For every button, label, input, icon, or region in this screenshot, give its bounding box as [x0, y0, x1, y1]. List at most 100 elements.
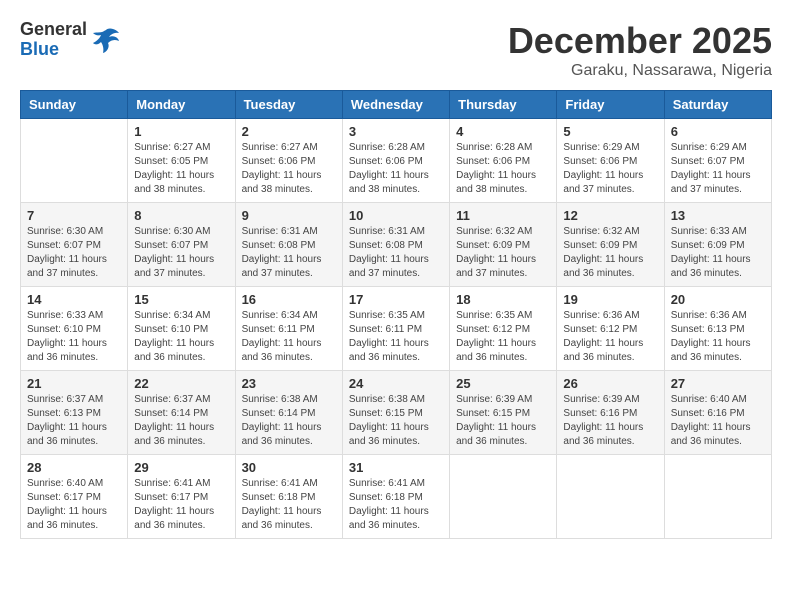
- day-number: 31: [349, 460, 443, 475]
- calendar-cell: 4 Sunrise: 6:28 AM Sunset: 6:06 PM Dayli…: [450, 119, 557, 203]
- calendar-cell: 1 Sunrise: 6:27 AM Sunset: 6:05 PM Dayli…: [128, 119, 235, 203]
- calendar-cell: 18 Sunrise: 6:35 AM Sunset: 6:12 PM Dayl…: [450, 287, 557, 371]
- day-info: Sunrise: 6:34 AM Sunset: 6:10 PM Dayligh…: [134, 309, 228, 365]
- column-header-friday: Friday: [557, 91, 664, 119]
- daylight-text: Daylight: 11 hours and 36 minutes.: [671, 254, 751, 279]
- day-info: Sunrise: 6:35 AM Sunset: 6:12 PM Dayligh…: [456, 309, 550, 365]
- day-number: 23: [242, 376, 336, 391]
- daylight-text: Daylight: 11 hours and 38 minutes.: [456, 170, 536, 195]
- day-number: 29: [134, 460, 228, 475]
- day-number: 2: [242, 124, 336, 139]
- sunrise-text: Sunrise: 6:33 AM: [27, 310, 103, 321]
- calendar-cell: 2 Sunrise: 6:27 AM Sunset: 6:06 PM Dayli…: [235, 119, 342, 203]
- calendar-week-row: 1 Sunrise: 6:27 AM Sunset: 6:05 PM Dayli…: [21, 119, 772, 203]
- column-header-saturday: Saturday: [664, 91, 771, 119]
- sunset-text: Sunset: 6:07 PM: [27, 240, 101, 251]
- day-number: 22: [134, 376, 228, 391]
- day-info: Sunrise: 6:29 AM Sunset: 6:07 PM Dayligh…: [671, 141, 765, 197]
- sunset-text: Sunset: 6:11 PM: [349, 324, 422, 335]
- day-info: Sunrise: 6:37 AM Sunset: 6:14 PM Dayligh…: [134, 393, 228, 449]
- calendar-header-row: SundayMondayTuesdayWednesdayThursdayFrid…: [21, 91, 772, 119]
- sunrise-text: Sunrise: 6:40 AM: [671, 394, 747, 405]
- logo-blue: Blue: [20, 40, 87, 60]
- sunset-text: Sunset: 6:17 PM: [134, 492, 208, 503]
- sunset-text: Sunset: 6:06 PM: [242, 156, 316, 167]
- day-number: 30: [242, 460, 336, 475]
- sunset-text: Sunset: 6:08 PM: [349, 240, 423, 251]
- title-block: December 2025 Garaku, Nassarawa, Nigeria: [508, 20, 772, 80]
- sunrise-text: Sunrise: 6:37 AM: [27, 394, 103, 405]
- sunrise-text: Sunrise: 6:30 AM: [134, 226, 210, 237]
- sunset-text: Sunset: 6:13 PM: [671, 324, 745, 335]
- daylight-text: Daylight: 11 hours and 37 minutes.: [242, 254, 322, 279]
- sunset-text: Sunset: 6:10 PM: [134, 324, 208, 335]
- calendar-cell: 28 Sunrise: 6:40 AM Sunset: 6:17 PM Dayl…: [21, 455, 128, 539]
- sunrise-text: Sunrise: 6:32 AM: [563, 226, 639, 237]
- sunset-text: Sunset: 6:11 PM: [242, 324, 315, 335]
- day-info: Sunrise: 6:41 AM Sunset: 6:17 PM Dayligh…: [134, 477, 228, 533]
- daylight-text: Daylight: 11 hours and 36 minutes.: [349, 338, 429, 363]
- calendar-cell: 10 Sunrise: 6:31 AM Sunset: 6:08 PM Dayl…: [342, 203, 449, 287]
- day-number: 14: [27, 292, 121, 307]
- calendar-cell: 23 Sunrise: 6:38 AM Sunset: 6:14 PM Dayl…: [235, 371, 342, 455]
- sunrise-text: Sunrise: 6:29 AM: [671, 142, 747, 153]
- month-title: December 2025: [508, 20, 772, 62]
- daylight-text: Daylight: 11 hours and 37 minutes.: [456, 254, 536, 279]
- day-info: Sunrise: 6:29 AM Sunset: 6:06 PM Dayligh…: [563, 141, 657, 197]
- sunset-text: Sunset: 6:14 PM: [242, 408, 316, 419]
- location-subtitle: Garaku, Nassarawa, Nigeria: [508, 62, 772, 80]
- day-info: Sunrise: 6:33 AM Sunset: 6:09 PM Dayligh…: [671, 225, 765, 281]
- day-number: 16: [242, 292, 336, 307]
- sunrise-text: Sunrise: 6:35 AM: [456, 310, 532, 321]
- day-number: 28: [27, 460, 121, 475]
- daylight-text: Daylight: 11 hours and 36 minutes.: [27, 506, 107, 531]
- calendar-cell: 15 Sunrise: 6:34 AM Sunset: 6:10 PM Dayl…: [128, 287, 235, 371]
- calendar-cell: 17 Sunrise: 6:35 AM Sunset: 6:11 PM Dayl…: [342, 287, 449, 371]
- sunrise-text: Sunrise: 6:38 AM: [349, 394, 425, 405]
- sunset-text: Sunset: 6:09 PM: [671, 240, 745, 251]
- daylight-text: Daylight: 11 hours and 37 minutes.: [349, 254, 429, 279]
- daylight-text: Daylight: 11 hours and 36 minutes.: [671, 422, 751, 447]
- column-header-thursday: Thursday: [450, 91, 557, 119]
- calendar-cell: 24 Sunrise: 6:38 AM Sunset: 6:15 PM Dayl…: [342, 371, 449, 455]
- day-info: Sunrise: 6:39 AM Sunset: 6:15 PM Dayligh…: [456, 393, 550, 449]
- day-info: Sunrise: 6:32 AM Sunset: 6:09 PM Dayligh…: [563, 225, 657, 281]
- day-number: 26: [563, 376, 657, 391]
- sunset-text: Sunset: 6:09 PM: [456, 240, 530, 251]
- sunset-text: Sunset: 6:12 PM: [456, 324, 530, 335]
- daylight-text: Daylight: 11 hours and 38 minutes.: [134, 170, 214, 195]
- sunrise-text: Sunrise: 6:34 AM: [242, 310, 318, 321]
- day-info: Sunrise: 6:28 AM Sunset: 6:06 PM Dayligh…: [349, 141, 443, 197]
- calendar-cell: 25 Sunrise: 6:39 AM Sunset: 6:15 PM Dayl…: [450, 371, 557, 455]
- calendar-cell: 16 Sunrise: 6:34 AM Sunset: 6:11 PM Dayl…: [235, 287, 342, 371]
- daylight-text: Daylight: 11 hours and 36 minutes.: [27, 338, 107, 363]
- sunset-text: Sunset: 6:05 PM: [134, 156, 208, 167]
- day-info: Sunrise: 6:27 AM Sunset: 6:05 PM Dayligh…: [134, 141, 228, 197]
- day-info: Sunrise: 6:32 AM Sunset: 6:09 PM Dayligh…: [456, 225, 550, 281]
- daylight-text: Daylight: 11 hours and 36 minutes.: [349, 422, 429, 447]
- sunrise-text: Sunrise: 6:37 AM: [134, 394, 210, 405]
- calendar-cell: 29 Sunrise: 6:41 AM Sunset: 6:17 PM Dayl…: [128, 455, 235, 539]
- day-number: 25: [456, 376, 550, 391]
- daylight-text: Daylight: 11 hours and 37 minutes.: [27, 254, 107, 279]
- calendar-cell: 12 Sunrise: 6:32 AM Sunset: 6:09 PM Dayl…: [557, 203, 664, 287]
- sunset-text: Sunset: 6:16 PM: [671, 408, 745, 419]
- sunrise-text: Sunrise: 6:41 AM: [349, 478, 425, 489]
- day-number: 21: [27, 376, 121, 391]
- day-number: 3: [349, 124, 443, 139]
- day-number: 17: [349, 292, 443, 307]
- calendar-cell: 9 Sunrise: 6:31 AM Sunset: 6:08 PM Dayli…: [235, 203, 342, 287]
- daylight-text: Daylight: 11 hours and 38 minutes.: [242, 170, 322, 195]
- sunrise-text: Sunrise: 6:28 AM: [456, 142, 532, 153]
- sunset-text: Sunset: 6:08 PM: [242, 240, 316, 251]
- daylight-text: Daylight: 11 hours and 37 minutes.: [563, 170, 643, 195]
- column-header-wednesday: Wednesday: [342, 91, 449, 119]
- day-number: 12: [563, 208, 657, 223]
- sunset-text: Sunset: 6:18 PM: [349, 492, 423, 503]
- day-info: Sunrise: 6:36 AM Sunset: 6:12 PM Dayligh…: [563, 309, 657, 365]
- sunrise-text: Sunrise: 6:27 AM: [242, 142, 318, 153]
- page-header: General Blue December 2025 Garaku, Nassa…: [20, 20, 772, 80]
- sunset-text: Sunset: 6:06 PM: [456, 156, 530, 167]
- calendar-cell: [557, 455, 664, 539]
- day-number: 24: [349, 376, 443, 391]
